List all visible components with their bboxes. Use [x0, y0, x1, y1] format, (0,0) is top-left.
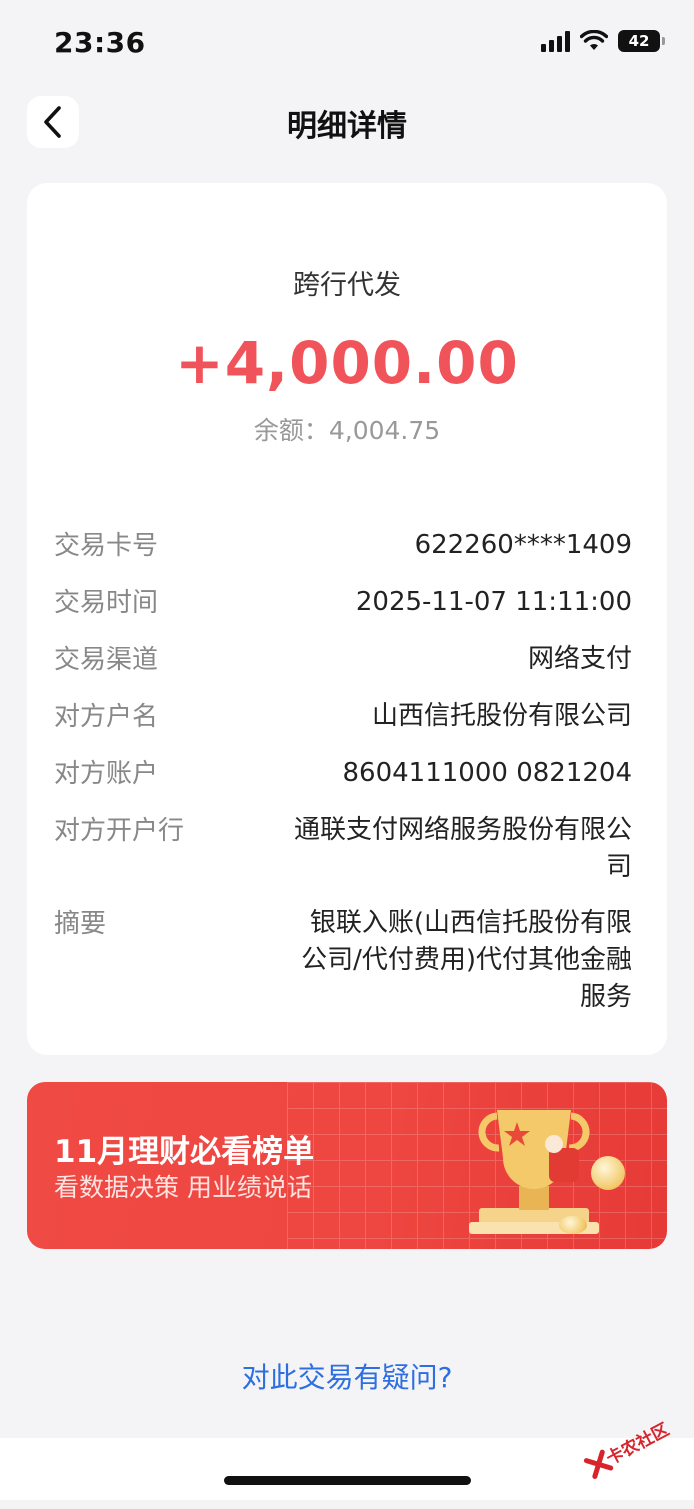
detail-label: 摘要 — [54, 909, 107, 939]
promo-banner[interactable]: 11月理财必看榜单 看数据决策 用业绩说话 — [27, 1082, 667, 1249]
detail-label: 交易渠道 — [54, 645, 159, 675]
detail-row-card-number: 交易卡号 622260****1409 — [54, 527, 632, 565]
transaction-type: 跨行代发 — [293, 270, 401, 301]
detail-row-counterparty-name: 对方户名 山西信托股份有限公司 — [54, 698, 632, 736]
detail-value: 网络支付 — [527, 644, 632, 674]
detail-label: 对方开户行 — [54, 816, 185, 846]
wifi-icon — [580, 30, 608, 50]
home-indicator[interactable] — [224, 1476, 471, 1485]
transaction-detail-card: 跨行代发 +4,000.00 余额：4,004.75 交易卡号 622260**… — [27, 183, 667, 1055]
transaction-question-link[interactable]: 对此交易有疑问? — [0, 1356, 694, 1396]
detail-label: 交易卡号 — [54, 531, 159, 561]
balance-line: 余额：4,004.75 — [27, 411, 667, 447]
detail-value: 2025-11-07 11:11:00 — [355, 587, 632, 617]
detail-row-counterparty-account: 对方账户 8604111000 0821204 — [54, 755, 632, 793]
coin-icon — [559, 1216, 587, 1234]
battery-icon: 42 — [618, 30, 665, 52]
balance-label: 余额： — [253, 416, 329, 445]
page-title: 明细详情 — [287, 109, 407, 144]
detail-value: 通联支付网络服务股份有限公司 — [293, 815, 632, 882]
watermark-text: 卡农社区 — [603, 1419, 673, 1470]
status-icons: 42 — [541, 30, 665, 52]
detail-row-time: 交易时间 2025-11-07 11:11:00 — [54, 584, 632, 622]
status-bar: 23:36 42 — [0, 0, 694, 88]
banner-subtitle: 看数据决策 用业绩说话 — [54, 1173, 312, 1202]
detail-value: 山西信托股份有限公司 — [371, 701, 632, 731]
detail-value: 622260****1409 — [414, 530, 632, 560]
detail-label: 对方户名 — [54, 702, 159, 732]
detail-value: 8604111000 0821204 — [342, 758, 632, 788]
detail-row-counterparty-bank: 对方开户行 通联支付网络服务股份有限公司 — [54, 812, 632, 886]
transaction-amount: +4,000.00 — [175, 329, 519, 397]
battery-level: 42 — [628, 32, 650, 50]
balance-value: 4,004.75 — [328, 416, 441, 445]
detail-label: 交易时间 — [54, 588, 159, 618]
cellular-signal-icon — [541, 30, 570, 52]
detail-value: 银联入账(山西信托股份有限公司/代付费用)代付其他金融服务 — [301, 908, 632, 1012]
detail-row-channel: 交易渠道 网络支付 — [54, 641, 632, 679]
detail-list: 交易卡号 622260****1409 交易时间 2025-11-07 11:1… — [54, 527, 632, 1035]
trophy-icon — [469, 1110, 599, 1234]
detail-row-summary: 摘要 银联入账(山西信托股份有限公司/代付费用)代付其他金融服务 — [54, 905, 632, 1016]
detail-label: 对方账户 — [54, 759, 159, 789]
status-time: 23:36 — [54, 26, 146, 59]
banner-title: 11月理财必看榜单 — [54, 1134, 315, 1170]
coin-icon — [591, 1156, 625, 1190]
